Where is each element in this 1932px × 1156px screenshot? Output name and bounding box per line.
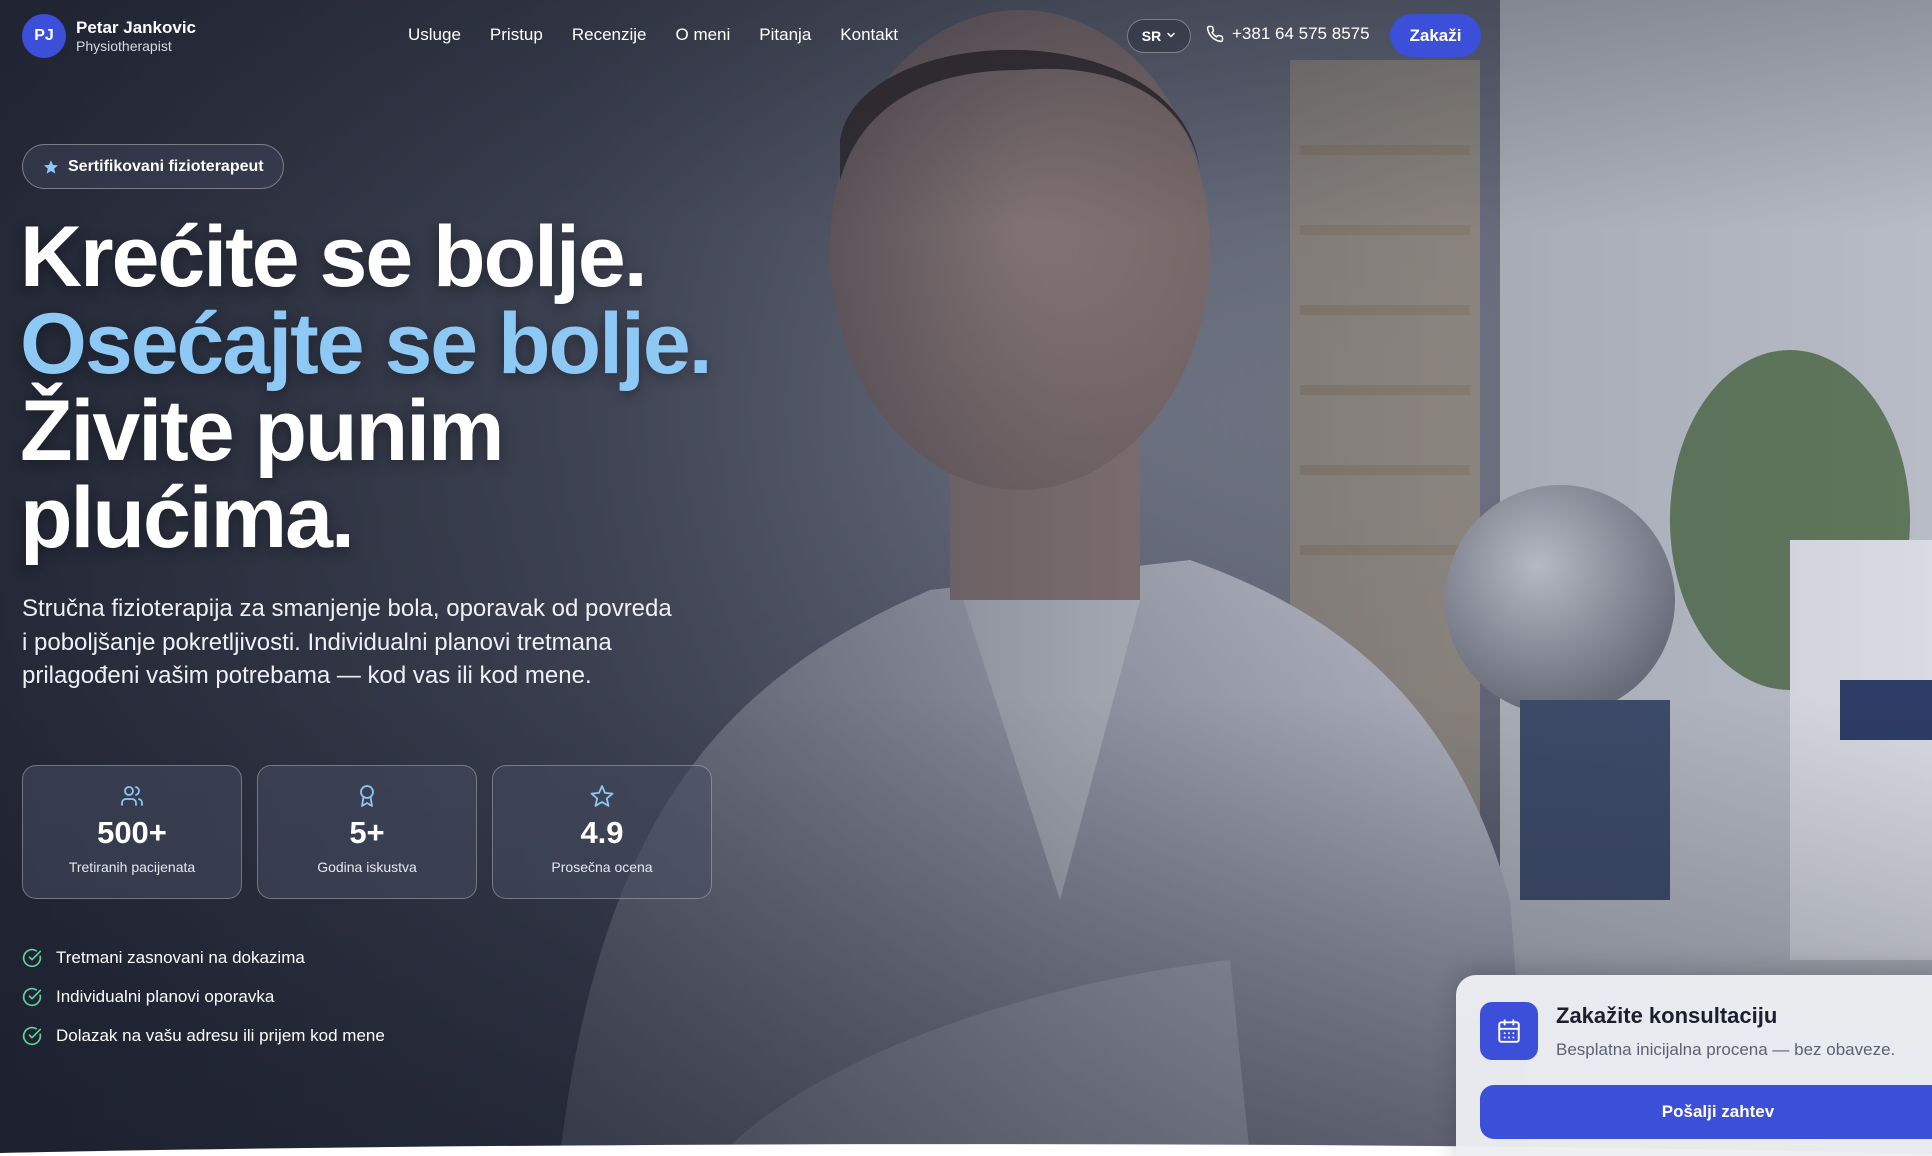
- chevron-down-icon: [1166, 30, 1176, 43]
- nav-link-kontakt[interactable]: Kontakt: [840, 24, 898, 46]
- main-nav: Usluge Pristup Recenzije O meni Pitanja …: [408, 24, 927, 46]
- check-circle-icon: [22, 1026, 42, 1045]
- language-selector[interactable]: SR: [1127, 19, 1191, 53]
- phone-icon: [1206, 25, 1224, 43]
- feature-checklist: Tretmani zasnovani na dokazima Individua…: [22, 938, 385, 1055]
- hero-section: PJ Petar Jankovic Physiotherapist Usluge…: [0, 0, 1932, 1156]
- page: PJ Petar Jankovic Physiotherapist Usluge…: [0, 0, 1932, 1156]
- card-title: Zakažite konsultaciju: [1556, 1003, 1778, 1028]
- stat-value: 4.9: [580, 815, 624, 850]
- headline-line-1: Krećite se bolje.: [20, 209, 648, 305]
- star-icon: [44, 159, 58, 174]
- calendar-icon: [1480, 1002, 1538, 1060]
- check-item: Individualni planovi oporavka: [22, 977, 385, 1016]
- phone-link[interactable]: +381 64 575 8575: [1206, 24, 1370, 44]
- nav-link-o-meni[interactable]: O meni: [676, 24, 731, 46]
- check-label: Dolazak na vašu adresu ili prijem kod me…: [56, 1025, 385, 1045]
- nav-link-pristup[interactable]: Pristup: [490, 24, 543, 46]
- consultation-card: Zakažite konsultaciju Besplatna inicijal…: [1456, 975, 1932, 1156]
- hero-lead: Stručna fizioterapija za smanjenje bola,…: [22, 595, 672, 689]
- users-icon: [120, 784, 144, 808]
- stat-value: 5+: [349, 815, 385, 850]
- stat-label: Tretiranih pacijenata: [68, 859, 196, 875]
- check-circle-icon: [22, 948, 42, 967]
- stat-label: Godina iskustva: [317, 859, 417, 875]
- logo[interactable]: PJ Petar Jankovic Physiotherapist: [22, 14, 196, 58]
- certified-badge: Sertifikovani fizioterapeut: [22, 144, 284, 189]
- headline-line-4: plućima.: [20, 470, 355, 566]
- check-circle-icon: [22, 987, 42, 1006]
- stat-label: Prosečna ocena: [551, 859, 653, 875]
- hero-headline: Krećite se bolje. Osećajte se bolje. Živ…: [20, 214, 800, 562]
- nav-link-pitanja[interactable]: Pitanja: [759, 24, 811, 46]
- stat-value: 500+: [97, 815, 167, 850]
- check-label: Individualni planovi oporavka: [56, 986, 275, 1006]
- check-label: Tretmani zasnovani na dokazima: [56, 947, 305, 967]
- brand-text: Petar Jankovic Physiotherapist: [76, 18, 196, 55]
- send-request-button[interactable]: Pošalji zahtev: [1480, 1085, 1932, 1139]
- nav-link-usluge[interactable]: Usluge: [408, 24, 461, 46]
- stat-card-rating: 4.9 Prosečna ocena: [492, 765, 712, 899]
- award-icon: [355, 784, 379, 808]
- nav-link-recenzije[interactable]: Recenzije: [572, 24, 647, 46]
- logo-avatar: PJ: [22, 14, 66, 58]
- stat-card-patients: 500+ Tretiranih pacijenata: [22, 765, 242, 899]
- site-header: PJ Petar Jankovic Physiotherapist Usluge…: [0, 0, 1932, 70]
- book-button[interactable]: Zakaži: [1390, 14, 1481, 57]
- headline-line-2: Osećajte se bolje.: [20, 296, 713, 392]
- stat-card-experience: 5+ Godina iskustva: [257, 765, 477, 899]
- check-item: Tretmani zasnovani na dokazima: [22, 938, 385, 977]
- stats-row: 500+ Tretiranih pacijenata 5+ Godina isk…: [22, 765, 727, 899]
- brand-name: Petar Jankovic: [76, 17, 197, 37]
- check-item: Dolazak na vašu adresu ili prijem kod me…: [22, 1016, 385, 1055]
- language-label: SR: [1141, 28, 1162, 44]
- card-subtitle: Besplatna inicijalna procena — bez obave…: [1556, 1040, 1896, 1059]
- badge-label: Sertifikovani fizioterapeut: [68, 157, 264, 175]
- star-icon: [590, 784, 614, 808]
- brand-subtitle: Physiotherapist: [76, 37, 172, 54]
- phone-number: +381 64 575 8575: [1232, 24, 1370, 43]
- headline-line-3: Živite punim: [20, 383, 504, 479]
